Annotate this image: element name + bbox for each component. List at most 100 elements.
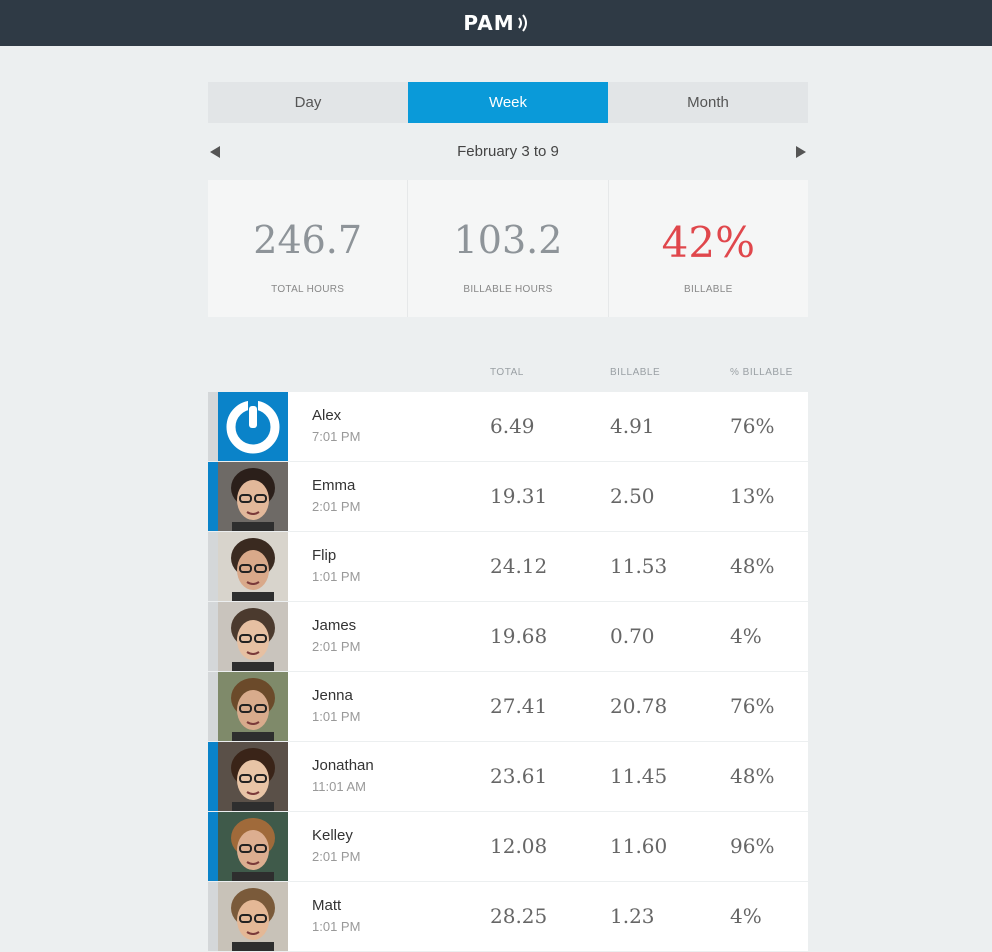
billable-hours-value: 20.78 [610,694,668,718]
table-row[interactable]: Emma 2:01 PM 19.31 2.50 13% [208,462,808,531]
status-bar [208,392,218,461]
table-row[interactable]: Matt 1:01 PM 28.25 1.23 4% [208,882,808,951]
avatar [218,672,288,741]
tab-month[interactable]: Month [608,82,808,123]
avatar [218,532,288,601]
last-active-time: 11:01 AM [312,779,366,794]
person-name[interactable]: Emma [312,477,360,494]
avatar [218,882,288,951]
total-hours-value: 6.49 [490,414,535,438]
person-info: Kelley 2:01 PM [312,827,360,864]
stat-billable-hours: 103.2 BILLABLE HOURS [408,180,609,317]
person-name[interactable]: Jonathan [312,757,374,774]
person-photo-icon [231,748,275,811]
billable-hours-value: 11.53 [610,554,668,578]
person-info: James 2:01 PM [312,617,360,654]
stat-billable-percent: 42% BILLABLE [608,180,808,317]
person-photo-icon [231,678,275,741]
last-active-time: 7:01 PM [312,429,361,444]
person-name[interactable]: Kelley [312,827,360,844]
percent-billable-value: 76% [730,414,775,438]
person-info: Alex 7:01 PM [312,407,360,444]
last-active-time: 1:01 PM [312,919,361,934]
person-name[interactable]: Flip [312,547,360,564]
summary-panel: Day Week Month February 3 to 9 246.7 TOT… [208,82,808,392]
next-arrow-icon[interactable] [796,145,806,158]
person-name[interactable]: James [312,617,360,634]
person-info: Emma 2:01 PM [312,477,360,514]
table-row[interactable]: Jenna 1:01 PM 27.41 20.78 76% [208,672,808,741]
avatar [218,742,288,811]
table-row[interactable]: Kelley 2:01 PM 12.08 11.60 96% [208,812,808,881]
person-photo-icon [231,538,275,601]
last-active-time: 2:01 PM [312,849,361,864]
billable-hours-value: 0.70 [610,624,655,648]
percent-billable-value: 4% [730,624,762,648]
stat-label: BILLABLE HOURS [463,284,553,295]
total-hours-value: 28.25 [490,904,548,928]
person-info: Flip 1:01 PM [312,547,360,584]
signal-icon [517,14,527,32]
avatar [218,462,288,531]
status-bar [208,462,218,531]
avatar [218,602,288,671]
percent-billable-value: 48% [730,554,775,578]
people-table: Alex 7:01 PM 6.49 4.91 76% Emma 2:01 PM … [208,392,808,952]
total-hours-value: 27.41 [490,694,548,718]
total-hours-value: 23.61 [490,764,548,788]
billable-hours-value: 2.50 [610,484,655,508]
status-bar [208,672,218,741]
person-photo-icon [231,888,275,951]
period-tabs: Day Week Month [208,82,808,123]
date-navigator: February 3 to 9 [208,123,808,180]
tab-week[interactable]: Week [408,82,608,123]
percent-billable-value: 4% [730,904,762,928]
stat-label: BILLABLE [684,284,733,295]
column-header-total[interactable]: TOTAL [490,367,524,378]
percent-billable-value: 96% [730,834,775,858]
table-row[interactable]: Jonathan 11:01 AM 23.61 11.45 48% [208,742,808,811]
column-header-percent-billable[interactable]: % BILLABLE [730,367,793,378]
table-row[interactable]: James 2:01 PM 19.68 0.70 4% [208,602,808,671]
status-bar [208,812,218,881]
top-bar: PAM [0,0,992,46]
person-photo-icon [231,468,275,531]
last-active-time: 2:01 PM [312,499,361,514]
app-logo[interactable]: PAM [463,11,528,35]
billable-hours-value: 4.91 [610,414,655,438]
stat-value: 246.7 [253,218,363,262]
prev-arrow-icon[interactable] [210,145,220,158]
avatar [218,392,288,461]
total-hours-value: 12.08 [490,834,548,858]
total-hours-value: 19.31 [490,484,548,508]
percent-billable-value: 13% [730,484,775,508]
table-row[interactable]: Flip 1:01 PM 24.12 11.53 48% [208,532,808,601]
person-info: Jenna 1:01 PM [312,687,360,724]
table-header: TOTAL BILLABLE % BILLABLE [208,317,808,392]
stats-row: 246.7 TOTAL HOURS 103.2 BILLABLE HOURS 4… [208,180,808,317]
billable-hours-value: 11.45 [610,764,668,788]
total-hours-value: 19.68 [490,624,548,648]
status-bar [208,882,218,951]
person-photo-icon [231,818,275,881]
billable-hours-value: 11.60 [610,834,668,858]
stat-total-hours: 246.7 TOTAL HOURS [208,180,409,317]
last-active-time: 2:01 PM [312,639,361,654]
status-bar [208,742,218,811]
column-header-billable[interactable]: BILLABLE [610,367,660,378]
person-name[interactable]: Alex [312,407,360,424]
power-logo-icon [226,400,280,454]
total-hours-value: 24.12 [490,554,548,578]
stat-value: 42% [661,218,755,267]
last-active-time: 1:01 PM [312,569,361,584]
table-row[interactable]: Alex 7:01 PM 6.49 4.91 76% [208,392,808,461]
person-name[interactable]: Jenna [312,687,360,704]
person-name[interactable]: Matt [312,897,360,914]
avatar [218,812,288,881]
person-photo-icon [231,608,275,671]
status-bar [208,602,218,671]
tab-day[interactable]: Day [208,82,408,123]
stat-value: 103.2 [453,218,563,262]
stat-label: TOTAL HOURS [271,284,345,295]
person-info: Jonathan 11:01 AM [312,757,374,794]
